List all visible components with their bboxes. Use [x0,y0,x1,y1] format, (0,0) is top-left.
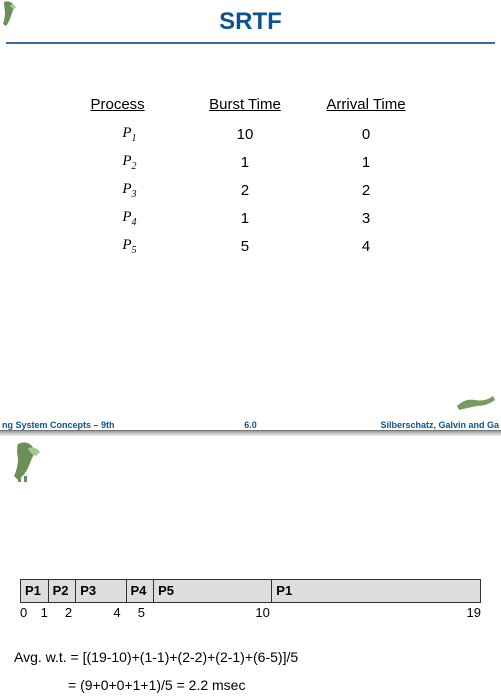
arrival-time: 2 [304,177,429,203]
col-header-arrival: Arrival Time [304,96,429,119]
title-underline [6,42,495,44]
dinosaur-icon [0,0,24,30]
calc-line-1: Avg. w.t. = [(19-10)+(1-1)+(2-2)+(2-1)+(… [14,643,501,671]
col-header-process: Process [73,96,187,119]
gantt-segment: P1 [272,580,480,602]
gantt-segment: P1 [21,580,49,602]
process-table: Process Burst Time Arrival Time P1100P21… [71,94,431,261]
gantt-chart: P1P2P3P4P5P1 012451019 [20,579,481,621]
process-name: P3 [73,177,187,203]
arrival-time: 0 [304,121,429,147]
gantt-segment: P2 [49,580,77,602]
table-row: P211 [73,149,429,175]
table-row: P554 [73,233,429,259]
arrival-time: 4 [304,233,429,259]
dinosaur-footer-icon [455,390,495,412]
footer-center: 6.0 [244,420,257,430]
arrival-time: 1 [304,149,429,175]
arrival-time: 3 [304,205,429,231]
calculation-block: Avg. w.t. = [(19-10)+(1-1)+(2-2)+(2-1)+(… [14,643,501,699]
gantt-segment: P5 [154,580,272,602]
footer-left: ng System Concepts – 9th [2,420,115,430]
burst-time: 1 [188,149,301,175]
gantt-tick: 0 [20,605,27,620]
slide-bottom: P1P2P3P4P5P1 012451019 Avg. w.t. = [(19-… [0,436,501,699]
calc-line-2: = (9+0+0+1+1)/5 = 2.2 msec [14,671,501,699]
gantt-segment: P4 [127,580,155,602]
gantt-tick: 5 [138,605,145,620]
table-row: P413 [73,205,429,231]
table-row: P1100 [73,121,429,147]
process-name: P4 [73,205,187,231]
process-name: P5 [73,233,187,259]
burst-time: 1 [188,205,301,231]
dinosaur-icon [8,440,56,484]
slide-top: SRTF Process Burst Time Arrival Time P11… [0,0,501,430]
table-row: P322 [73,177,429,203]
gantt-tick: 4 [113,605,120,620]
gantt-tick: 19 [467,605,481,620]
burst-time: 5 [188,233,301,259]
burst-time: 2 [188,177,301,203]
gantt-tick: 1 [41,605,48,620]
gantt-tick: 2 [65,605,72,620]
col-header-burst: Burst Time [188,96,301,119]
burst-time: 10 [188,121,301,147]
process-name: P2 [73,149,187,175]
footer-right: Silberschatz, Galvin and Ga [380,420,499,430]
slide-title: SRTF [0,0,501,36]
gantt-segment: P3 [76,580,126,602]
gantt-tick: 10 [255,605,269,620]
process-name: P1 [73,121,187,147]
